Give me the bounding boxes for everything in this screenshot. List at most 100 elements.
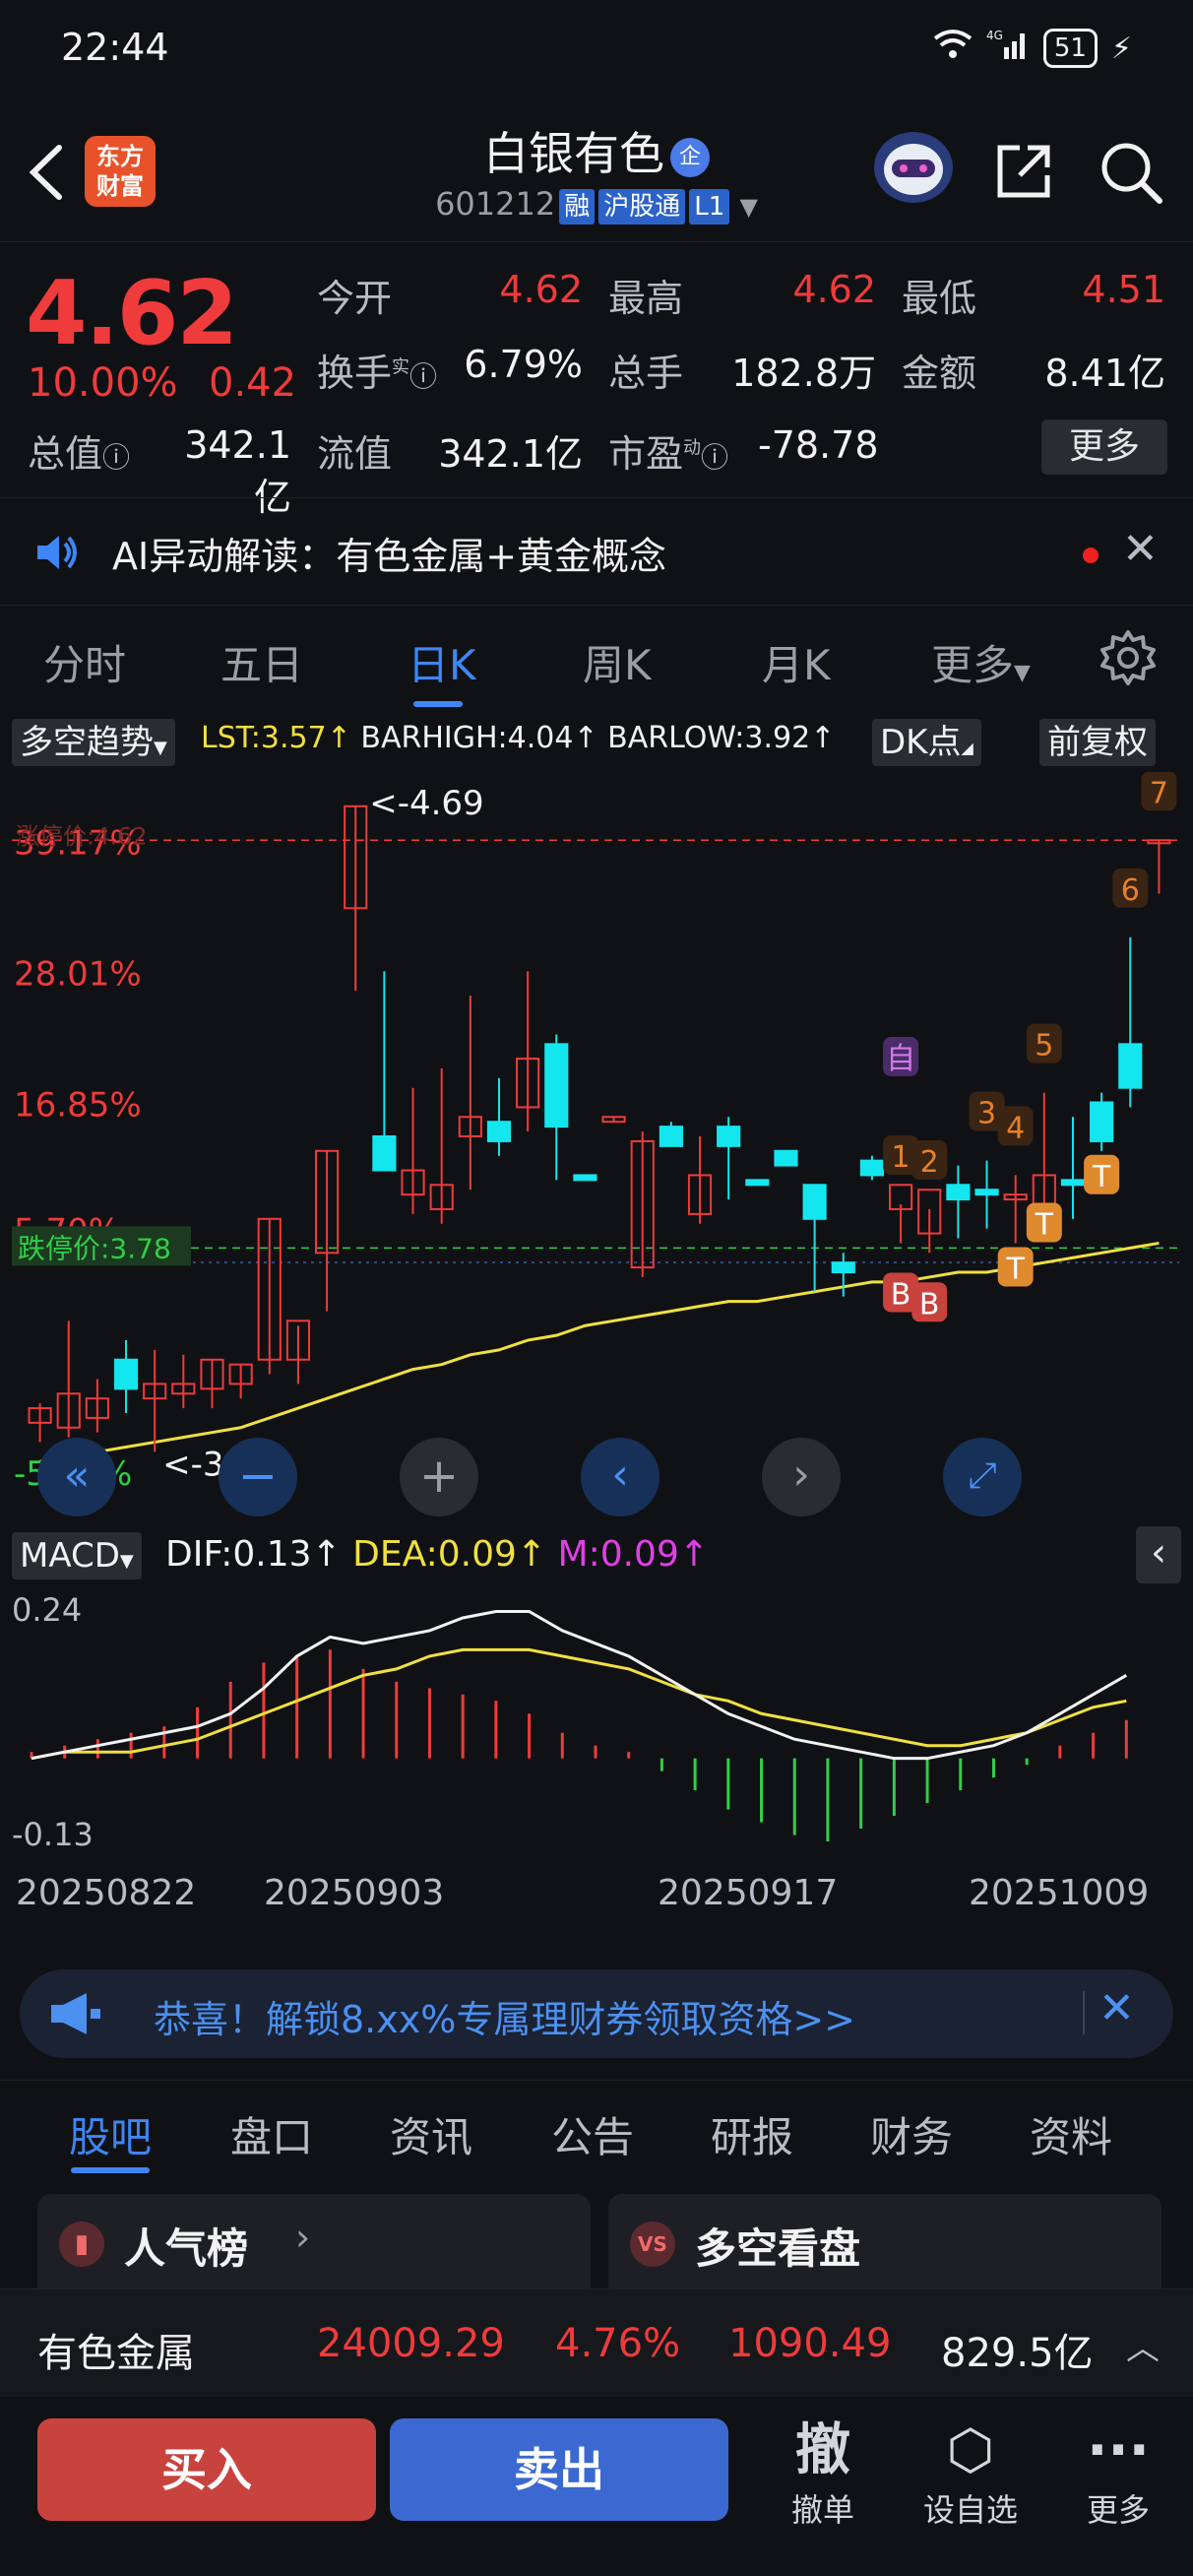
tab-forum[interactable]: 股吧	[69, 2104, 152, 2164]
bull-bear-card[interactable]: VS 多空看盘	[608, 2194, 1162, 2302]
volume-value: 182.8万	[731, 352, 876, 395]
candle-body	[544, 1043, 569, 1128]
add-watchlist-button[interactable]: ⬡ 设自选	[911, 2416, 1030, 2531]
candle	[372, 971, 397, 1172]
tab-weekly-k[interactable]: 周K	[583, 632, 652, 692]
caret-down-icon: ▼	[739, 193, 758, 221]
limit-up-label: 涨停价:4.62	[16, 822, 148, 850]
caret-down-icon: ▼	[119, 1551, 134, 1572]
info-icon[interactable]: ⓘ	[409, 360, 437, 393]
candle	[314, 1149, 340, 1312]
close-icon[interactable]: ✕	[1099, 1983, 1135, 2033]
step-left-icon[interactable]: ‹	[581, 1438, 659, 1516]
candle	[401, 1087, 425, 1214]
pe-sup: 动	[683, 437, 702, 459]
candle-body	[1090, 1101, 1114, 1142]
signal-label: B	[919, 1287, 940, 1321]
signal-label: 2	[920, 1145, 939, 1180]
tab-profile[interactable]: 资料	[1030, 2104, 1112, 2164]
ma-line-layer	[39, 1241, 1160, 1463]
tab-five-day[interactable]: 五日	[220, 632, 303, 692]
indicator-select[interactable]: 多空趋势▼	[12, 719, 175, 766]
tab-more[interactable]: 更多▼	[931, 632, 1031, 692]
chevron-up-icon[interactable]: ︿	[1126, 2321, 1160, 2369]
rewind-fast-icon[interactable]: «	[37, 1438, 116, 1516]
gear-icon[interactable]	[1099, 628, 1158, 691]
lst-value: LST:3.57	[201, 721, 327, 755]
dk-point-button[interactable]: DK点◢	[872, 719, 981, 766]
tab-daily-k[interactable]: 日K	[408, 632, 476, 692]
signal-marker: T	[1026, 1202, 1062, 1243]
promo-banner[interactable]: 恭喜！解锁8.xx%专属理财券领取资格>> ✕	[20, 1969, 1173, 2058]
candle	[143, 1349, 167, 1452]
mktcap-label: 总值ⓘ	[28, 423, 130, 478]
period-tabs: 分时 五日 日K 周K 月K 更多▼	[0, 611, 1193, 709]
candle	[486, 1077, 512, 1156]
candle-body	[1060, 1179, 1086, 1187]
collapse-panel-icon[interactable]: ‹	[1136, 1526, 1181, 1583]
popularity-card[interactable]: ▮ 人气榜 ›	[37, 2194, 591, 2302]
info-icon[interactable]: ⓘ	[701, 441, 728, 474]
tab-news[interactable]: 资讯	[390, 2104, 472, 2164]
signal-label: T	[1035, 1208, 1054, 1243]
float-cap-value: 342.1亿	[438, 432, 583, 476]
up-arrow-icon: ↑	[516, 1534, 558, 1575]
step-right-icon[interactable]: ›	[762, 1438, 841, 1516]
ai-insight-bar[interactable]: AI异动解读：有色金属+黄金概念 ✕	[0, 497, 1193, 606]
quote-panel: 4.62 10.00% 0.42 今开 4.62 最高 4.62 最低 4.51…	[0, 241, 1193, 519]
macd-select[interactable]: MACD▼	[12, 1532, 142, 1579]
signal-label: 5	[1035, 1029, 1053, 1063]
date-tick: 20250822	[16, 1873, 197, 1913]
sell-button[interactable]: 卖出	[390, 2418, 728, 2521]
macd-y-min: -0.13	[12, 1816, 94, 1853]
date-tick: 20250903	[264, 1873, 445, 1913]
candle	[1118, 936, 1143, 1108]
indicator-readout: LST:3.57↑ BARHIGH:4.04↑ BARLOW:3.92↑	[201, 721, 835, 755]
date-tick: 20251009	[969, 1873, 1150, 1913]
tab-announcements[interactable]: 公告	[551, 2104, 634, 2164]
more-dots-icon: ···	[1087, 2418, 1150, 2482]
search-icon[interactable]	[1099, 140, 1163, 205]
tab-monthly-k[interactable]: 月K	[762, 632, 831, 692]
macd-lines	[31, 1609, 1128, 1761]
close-icon[interactable]: ✕	[1122, 524, 1159, 574]
open-label: 今开	[317, 277, 393, 320]
tab-orderbook[interactable]: 盘口	[230, 2104, 313, 2164]
buy-button[interactable]: 买入	[37, 2418, 376, 2521]
zoom-in-icon[interactable]: +	[400, 1438, 478, 1516]
tab-financials[interactable]: 财务	[870, 2104, 953, 2164]
zoom-out-icon[interactable]: −	[219, 1438, 297, 1516]
content-tabs: 股吧 盘口 资讯 公告 研报 财务 资料	[0, 2080, 1193, 2178]
candle-body	[717, 1126, 741, 1147]
candle	[113, 1340, 139, 1413]
up-arrow-icon: ↑	[678, 1534, 710, 1575]
tab-intraday[interactable]: 分时	[43, 632, 126, 692]
ai-insight-text[interactable]: AI异动解读：有色金属+黄金概念	[112, 526, 666, 580]
promo-text[interactable]: 恭喜！解锁8.xx%专属理财券领取资格>>	[154, 1989, 855, 2043]
percent-change: 10.00%	[28, 360, 178, 406]
sector-bar[interactable]: 有色金属 24009.29 4.76% 1090.49 829.5亿 ︿	[0, 2288, 1193, 2397]
candle	[859, 1155, 885, 1181]
enterprise-badge: 企	[670, 137, 710, 177]
more-quote-button[interactable]: 更多	[1041, 419, 1167, 475]
more-actions-button[interactable]: ··· 更多	[1059, 2416, 1177, 2531]
ai-assistant-icon[interactable]	[874, 132, 953, 203]
candle	[85, 1379, 109, 1433]
kline-chart[interactable]: 自1234567BBTTT 39.17%28.01%16.85%5.70%-5.…	[12, 772, 1179, 1520]
turnover-value: 6.79%	[464, 343, 583, 386]
feature-cards: ▮ 人气榜 › VS 多空看盘	[0, 2180, 1193, 2302]
tab-research[interactable]: 研报	[711, 2104, 793, 2164]
info-icon[interactable]: ⓘ	[102, 441, 130, 474]
battery-icon: 51	[1042, 29, 1098, 68]
fullscreen-icon[interactable]: ⤢	[943, 1438, 1022, 1516]
cancel-order-button[interactable]: 撤 撤单	[764, 2416, 882, 2531]
chevron-right-icon: ›	[295, 2216, 311, 2259]
candle-body	[659, 1126, 683, 1147]
candle	[946, 1165, 971, 1239]
macd-chart[interactable]: 0.24 -0.13	[12, 1585, 1179, 1861]
low-label: 最低	[902, 277, 977, 320]
adjust-button[interactable]: 前复权	[1039, 719, 1156, 766]
share-icon[interactable]	[992, 140, 1055, 203]
mktcap-label-text: 总值	[28, 432, 103, 476]
candle-body	[774, 1149, 798, 1167]
